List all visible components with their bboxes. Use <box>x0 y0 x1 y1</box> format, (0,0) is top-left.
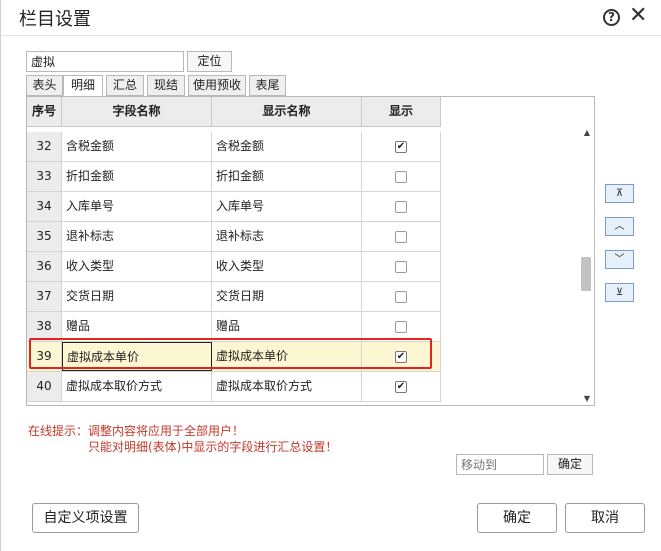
show-checkbox[interactable] <box>395 291 407 303</box>
row-show-cell <box>362 222 441 251</box>
row-display-name[interactable]: 入库单号 <box>212 192 362 221</box>
row-field-name: 虚拟成本单价 <box>62 342 212 371</box>
show-checkbox[interactable] <box>395 261 407 273</box>
scroll-thumb[interactable] <box>581 257 591 291</box>
header-seq[interactable]: 序号 <box>27 97 62 127</box>
hint-line-1: 在线提示：调整内容将应用于全部用户！ <box>28 424 245 438</box>
row-display-name[interactable]: 虚拟成本单价 <box>212 342 362 371</box>
table-row[interactable]: 38 赠品 赠品 <box>27 312 441 342</box>
move-bottom-button[interactable]: ⊻ <box>605 283 634 302</box>
row-display-name[interactable]: 折扣金额 <box>212 162 362 191</box>
tab-2[interactable]: 汇总 <box>106 75 144 96</box>
table-row[interactable]: 36 收入类型 收入类型 <box>27 252 441 282</box>
table-row[interactable]: 35 退补标志 退补标志 <box>27 222 441 252</box>
row-display-name[interactable]: 虚拟成本取价方式 <box>212 372 362 401</box>
move-to-input[interactable] <box>456 454 544 475</box>
row-seq: 32 <box>27 132 62 161</box>
cancel-button[interactable]: 取消 <box>565 503 645 533</box>
row-display-name[interactable]: 赠品 <box>212 312 362 341</box>
table-row[interactable]: 37 交货日期 交货日期 <box>27 282 441 312</box>
tab-0[interactable]: 表头 <box>26 75 63 96</box>
row-display-name[interactable]: 收入类型 <box>212 252 362 281</box>
tab-3[interactable]: 现结 <box>147 75 185 96</box>
row-seq: 35 <box>27 222 62 251</box>
show-checkbox[interactable] <box>395 201 407 213</box>
row-field-name: 虚拟成本取价方式 <box>62 372 212 401</box>
row-seq: 34 <box>27 192 62 221</box>
tab-5[interactable]: 表尾 <box>249 75 286 96</box>
show-checkbox[interactable]: ✔ <box>395 381 407 393</box>
show-checkbox[interactable] <box>395 231 407 243</box>
close-icon[interactable]: ✕ <box>629 4 647 28</box>
row-display-name[interactable]: 退补标志 <box>212 222 362 251</box>
row-show-cell <box>362 252 441 281</box>
row-field-name: 折扣金额 <box>62 162 212 191</box>
row-show-cell: ✔ <box>362 132 441 161</box>
table-row[interactable]: 39 虚拟成本单价 虚拟成本单价 ✔ <box>27 342 441 372</box>
row-show-cell: ✔ <box>362 342 441 371</box>
table-row[interactable]: 33 折扣金额 折扣金额 <box>27 162 441 192</box>
show-checkbox[interactable]: ✔ <box>395 141 407 153</box>
show-checkbox[interactable]: ✔ <box>395 351 407 363</box>
row-display-name[interactable]: 含税金额 <box>212 132 362 161</box>
field-grid: 序号 字段名称 显示名称 显示 32 含税金额 含税金额 ✔ 33 折扣金额 折扣金额 34 入… <box>26 96 595 406</box>
row-seq: 33 <box>27 162 62 191</box>
table-row[interactable]: 40 虚拟成本取价方式 虚拟成本取价方式 ✔ <box>27 372 441 402</box>
table-row[interactable]: 32 含税金额 含税金额 ✔ <box>27 132 441 162</box>
row-seq: 40 <box>27 372 62 401</box>
dialog-title: 栏目设置 <box>19 9 91 30</box>
row-field-name: 收入类型 <box>62 252 212 281</box>
column-settings-dialog: 栏目设置 ? ✕ 定位 表头明细汇总现结使用预收表尾 序号 字段名称 显示名称 … <box>0 0 661 551</box>
row-field-name: 退补标志 <box>62 222 212 251</box>
title-bar: 栏目设置 ? ✕ <box>1 0 661 36</box>
tab-1[interactable]: 明细 <box>63 75 103 96</box>
move-up-button[interactable]: ︿ <box>605 217 634 236</box>
move-top-button[interactable]: ⊼ <box>605 184 634 203</box>
header-display-name[interactable]: 显示名称 <box>212 97 362 127</box>
table-row[interactable]: 34 入库单号 入库单号 <box>27 192 441 222</box>
custom-fields-button[interactable]: 自定义项设置 <box>32 503 139 533</box>
ok-button[interactable]: 确定 <box>477 503 557 533</box>
scroll-down-arrow-icon[interactable]: ▼ <box>582 393 592 405</box>
search-input[interactable] <box>26 51 184 72</box>
header-show[interactable]: 显示 <box>362 97 441 127</box>
vertical-scrollbar[interactable]: ▲ ▼ <box>578 127 594 405</box>
row-field-name: 含税金额 <box>62 132 212 161</box>
row-field-name: 交货日期 <box>62 282 212 311</box>
grid-body: 32 含税金额 含税金额 ✔ 33 折扣金额 折扣金额 34 入库单号 入库单号 35 退补标志 退补标… <box>27 127 441 405</box>
row-show-cell <box>362 162 441 191</box>
row-show-cell: ✔ <box>362 372 441 401</box>
row-show-cell <box>362 312 441 341</box>
help-icon[interactable]: ? <box>603 9 620 26</box>
grid-header: 序号 字段名称 显示名称 显示 <box>27 97 441 127</box>
row-seq: 39 <box>27 342 62 371</box>
row-show-cell <box>362 192 441 221</box>
hint-line-2: 只能对明细(表体)中显示的字段进行汇总设置！ <box>88 440 338 454</box>
row-seq: 37 <box>27 282 62 311</box>
row-seq: 38 <box>27 312 62 341</box>
scroll-up-arrow-icon[interactable]: ▲ <box>582 127 592 139</box>
locate-button[interactable]: 定位 <box>187 51 232 72</box>
tab-4[interactable]: 使用预收 <box>188 75 246 96</box>
show-checkbox[interactable] <box>395 171 407 183</box>
row-display-name[interactable]: 交货日期 <box>212 282 362 311</box>
row-field-name: 入库单号 <box>62 192 212 221</box>
row-seq: 36 <box>27 252 62 281</box>
move-to-confirm-button[interactable]: 确定 <box>547 454 593 475</box>
row-show-cell <box>362 282 441 311</box>
move-down-button[interactable]: ﹀ <box>605 250 634 269</box>
header-field-name[interactable]: 字段名称 <box>62 97 212 127</box>
show-checkbox[interactable] <box>395 321 407 333</box>
row-field-name: 赠品 <box>62 312 212 341</box>
